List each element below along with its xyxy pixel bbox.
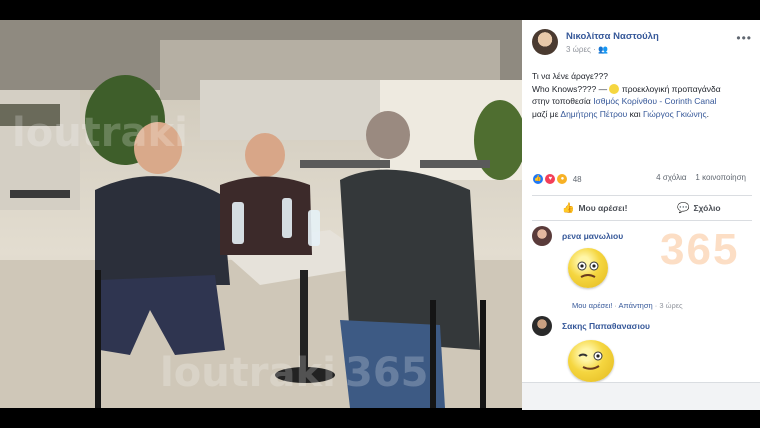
avatar[interactable] [532,316,552,336]
watermark-number-panel: 365 [660,225,740,274]
post-time[interactable]: 3 ώρες [566,45,591,54]
comment-icon: 💬 [677,203,690,214]
commenter-name[interactable]: Σακης Παπαθανασιου [562,321,650,331]
thumbs-up-icon: 👍 [562,203,575,214]
post-line-2: Who Knows???? — προεκλογική προπαγάνδα [532,83,721,95]
watermark-brand-bottom: loutraki [160,350,336,396]
friends-icon[interactable]: 👥 [598,45,608,54]
avatar[interactable] [532,226,552,246]
love-reaction-icon[interactable]: ♥ [544,173,557,185]
like-button[interactable]: 👍 Μου αρέσει! [562,203,627,214]
comment-actions: Μου αρέσει! · Απάντηση · 3 ώρες [572,301,683,310]
comment-input-area[interactable] [522,382,760,410]
comment-button[interactable]: 💬 Σχόλιο [677,203,721,214]
more-options-icon[interactable]: ••• [736,31,752,45]
divider [532,220,752,221]
confused-face-sticker [568,248,608,288]
avatar[interactable] [532,29,558,55]
post-photo[interactable]: loutraki loutraki 365 [0,20,522,408]
share-count[interactable]: 1 κοινοποίηση [695,173,746,182]
feeling-icon [609,84,620,95]
post-meta: 3 ώρες · 👥 [566,45,608,54]
post-panel: Νικολίτσα Ναστούλη 3 ώρες · 👥 ••• Τι να … [522,20,760,410]
comment-time[interactable]: 3 ώρες [659,301,682,310]
comment-reply-link[interactable]: Απάντηση [619,301,653,310]
tagged-user-1[interactable]: Δημήτρης Πέτρου [560,109,627,119]
comment-item: Σακης Παπαθανασιου [532,316,752,386]
watermark-number-bottom: 365 [345,350,429,396]
post-header: Νικολίτσα Ναστούλη 3 ώρες · 👥 ••• [532,29,752,63]
winking-face-sticker [568,340,614,382]
commenter-name[interactable]: ρενα μανωλιου [562,231,623,241]
bottom-bar [0,410,760,428]
post-line-4: μαζί με Δημήτρης Πέτρου και Γιώργος Γκιώ… [532,108,709,119]
reactions-bar: 👍 ♥ ● 48 4 σχόλια 1 κοινοποίηση [532,173,752,187]
post-line-1: Τι να λένε άραγε??? [532,71,608,81]
action-bar: 👍 Μου αρέσει! 💬 Σχόλιο [532,199,752,221]
like-reaction-icon[interactable]: 👍 [532,173,544,185]
reaction-count[interactable]: 48 [573,175,582,184]
post-text: Τι να λένε άραγε??? Who Knows???? — προε… [532,70,754,120]
divider [532,195,752,196]
post-line-3: στην τοποθεσία Ισθμός Κορίνθου - Corinth… [532,96,717,106]
comment-like-link[interactable]: Μου αρέσει! [572,301,612,310]
watermark-brand-top: loutraki [12,110,188,156]
location-link[interactable]: Ισθμός Κορίνθου - Corinth Canal [593,96,716,106]
feeling-text: προεκλογική προπαγάνδα [621,83,721,94]
tagged-user-2[interactable]: Γιώργος Γκιώνης [643,109,707,119]
comment-count[interactable]: 4 σχόλια [656,173,686,182]
wow-reaction-icon[interactable]: ● [556,173,569,185]
poster-name[interactable]: Νικολίτσα Ναστούλη [566,31,659,42]
